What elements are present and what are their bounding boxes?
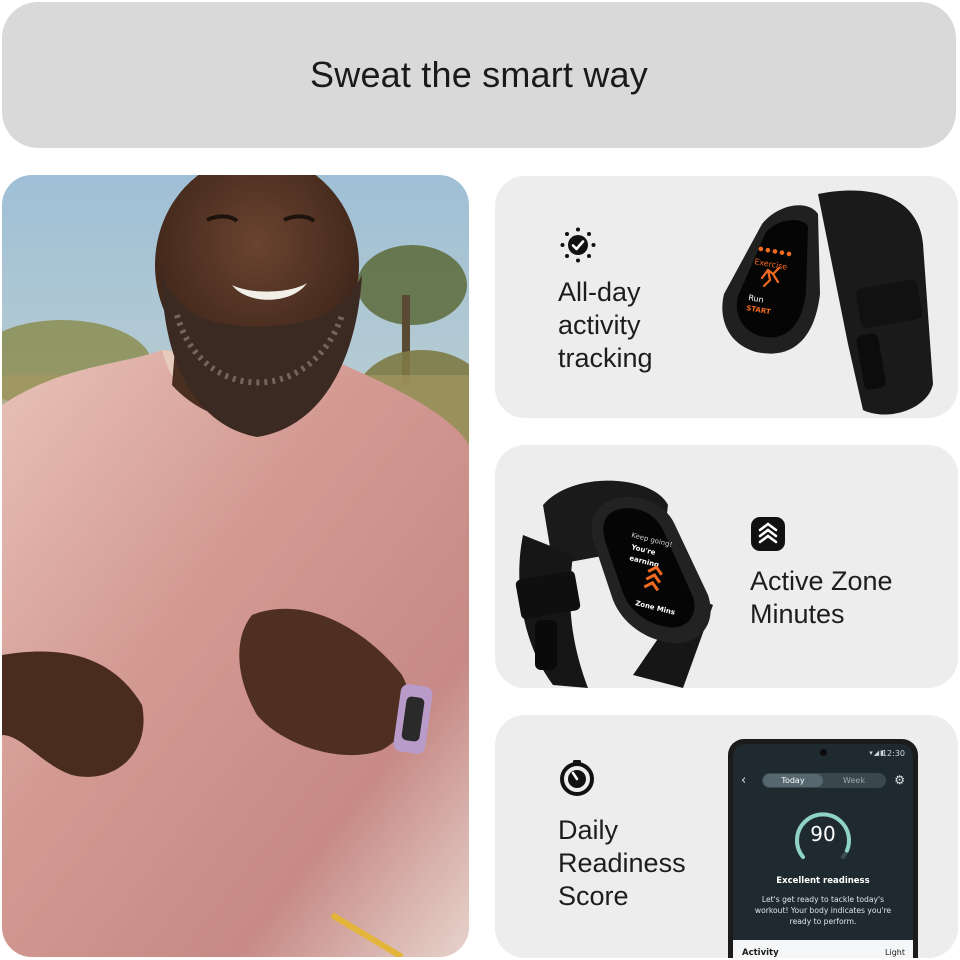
page-title: Sweat the smart way <box>310 54 648 95</box>
chevrons-up-icon <box>751 517 785 551</box>
feature-card-readiness: Daily Readiness Score ▾◢▮ 12:30 ‹ Today … <box>495 715 958 958</box>
feature-card-activity: All-day activity tracking ● ● ● ● ● Exer… <box>495 176 958 418</box>
phone-screen: ▾◢▮ 12:30 ‹ Today Week ⚙ 90 Excellent re… <box>733 744 913 958</box>
readiness-description: Let's get ready to tackle today's workou… <box>754 895 892 926</box>
hero-photo <box>2 175 469 957</box>
readiness-headline: Excellent readiness <box>776 876 870 886</box>
feature-label-azm: Active Zone Minutes <box>750 566 893 629</box>
runner-photo-illustration <box>2 175 469 957</box>
status-time: 12:30 <box>881 749 905 758</box>
smartphone-image: ▾◢▮ 12:30 ‹ Today Week ⚙ 90 Excellent re… <box>728 739 918 958</box>
back-arrow-icon[interactable]: ‹ <box>741 773 746 788</box>
feature-label-activity: All-day activity tracking <box>558 277 653 373</box>
feature-label-readiness: Daily Readiness Score <box>558 815 686 911</box>
tab-week[interactable]: Week <box>824 774 884 787</box>
period-toggle: Today Week <box>762 773 886 788</box>
feature-card-azm: Keep going! You're earning Zone Mins Act… <box>495 445 958 688</box>
tab-today[interactable]: Today <box>763 774 823 787</box>
header-banner: Sweat the smart way <box>2 2 956 148</box>
activity-value: Light <box>885 948 905 957</box>
sun-checkmark-icon <box>560 227 596 263</box>
activity-label: Activity <box>742 948 779 958</box>
fitness-tracker-image: Keep going! You're earning Zone Mins <box>515 480 713 688</box>
readiness-score: 90 <box>810 822 836 846</box>
gear-icon[interactable]: ⚙ <box>894 773 905 787</box>
fitness-tracker-image: ● ● ● ● ● Exercise Run START <box>722 190 933 415</box>
camera-dot <box>820 749 827 756</box>
gauge-icon <box>560 760 594 796</box>
